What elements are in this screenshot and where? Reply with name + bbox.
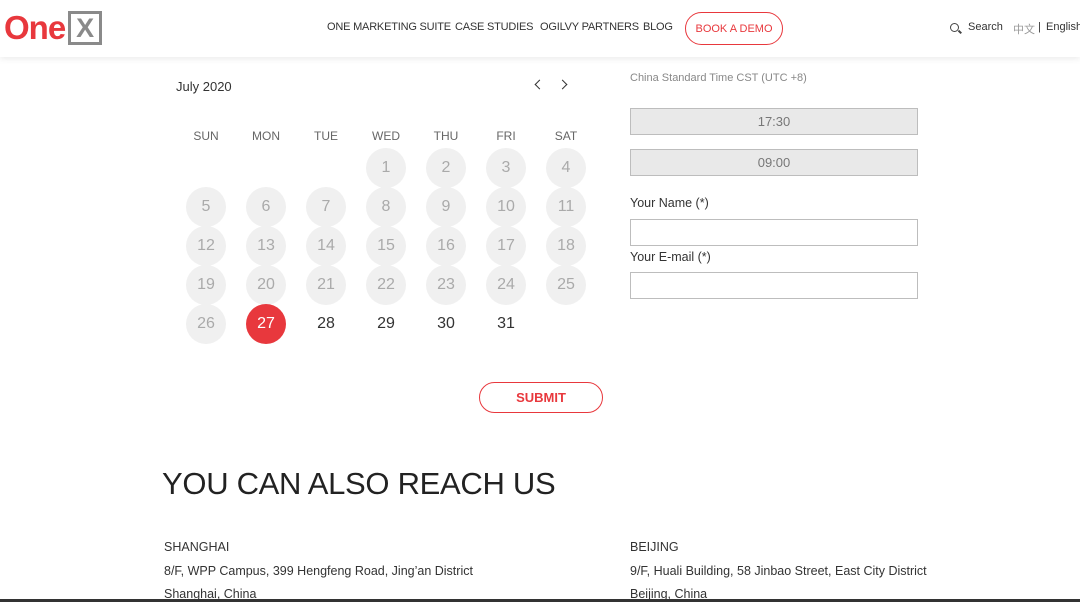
next-month-chevron-icon[interactable] <box>558 78 572 92</box>
timezone-label: China Standard Time CST (UTC +8) <box>630 72 807 84</box>
logo-x-box: X <box>68 11 103 45</box>
calendar-day: 22 <box>366 265 406 305</box>
calendar-day: 14 <box>306 226 346 266</box>
calendar-day: 12 <box>186 226 226 266</box>
weekday-label: SAT <box>554 129 578 143</box>
nav-blog[interactable]: BLOG <box>643 21 673 33</box>
calendar-day: 19 <box>186 265 226 305</box>
search-icon <box>950 22 959 32</box>
calendar-day: 2 <box>426 148 466 188</box>
weekday-label: FRI <box>496 129 516 143</box>
calendar-day: 16 <box>426 226 466 266</box>
calendar-day: 6 <box>246 187 286 227</box>
nav-one-marketing-suite[interactable]: ONE MARKETING SUITE <box>327 21 451 33</box>
language-english-link[interactable]: English <box>1046 21 1080 33</box>
calendar-day[interactable]: 30 <box>426 304 466 344</box>
calendar-day: 20 <box>246 265 286 305</box>
weekday-label: TUE <box>314 129 338 143</box>
calendar-day: 25 <box>546 265 586 305</box>
calendar-day: 15 <box>366 226 406 266</box>
language-chinese-link[interactable]: 中文 <box>1013 21 1035 37</box>
calendar-day: 11 <box>546 187 586 227</box>
calendar-day-selected[interactable]: 27 <box>246 304 286 344</box>
language-separator: | <box>1038 21 1041 33</box>
calendar-day: 10 <box>486 187 526 227</box>
search-button[interactable]: Search <box>950 21 1003 33</box>
weekday-label: THU <box>433 129 459 143</box>
calendar-day: 26 <box>186 304 226 344</box>
calendar-day: 21 <box>306 265 346 305</box>
calendar-day: 4 <box>546 148 586 188</box>
time-slot-select[interactable]: 17:30 <box>630 108 918 135</box>
calendar-day[interactable]: 31 <box>486 304 526 344</box>
calendar-day: 23 <box>426 265 466 305</box>
calendar-day: 5 <box>186 187 226 227</box>
name-field-label: Your Name (*) <box>630 196 709 210</box>
calendar-month-label: July 2020 <box>176 79 232 94</box>
calendar-day[interactable]: 29 <box>366 304 406 344</box>
calendar-day: 17 <box>486 226 526 266</box>
logo-one-text: One <box>4 9 66 46</box>
calendar-day: 9 <box>426 187 466 227</box>
email-field-label: Your E-mail (*) <box>630 250 711 264</box>
calendar-day: 8 <box>366 187 406 227</box>
calendar-day: 24 <box>486 265 526 305</box>
email-input[interactable] <box>630 272 918 299</box>
calendar-day: 1 <box>366 148 406 188</box>
office-address: 9/F, Huali Building, 58 Jinbao Street, E… <box>630 564 927 578</box>
prev-month-chevron-icon[interactable] <box>531 78 545 92</box>
calendar-day: 18 <box>546 226 586 266</box>
name-input[interactable] <box>630 219 918 246</box>
nav-ogilvy-partners[interactable]: OGILVY PARTNERS <box>540 21 639 33</box>
submit-button[interactable]: SUBMIT <box>479 382 603 413</box>
book-demo-button[interactable]: BOOK A DEMO <box>685 12 783 45</box>
weekday-label: WED <box>372 129 400 143</box>
time-slot-select[interactable]: 09:00 <box>630 149 918 176</box>
calendar-day: 7 <box>306 187 346 227</box>
weekday-label: SUN <box>193 129 219 143</box>
site-header: One X ONE MARKETING SUITE CASE STUDIES O… <box>0 0 1080 57</box>
calendar-day[interactable]: 28 <box>306 304 346 344</box>
reach-us-heading: YOU CAN ALSO REACH US <box>162 466 556 501</box>
office-title: BEIJING <box>630 540 679 554</box>
search-label: Search <box>968 21 1003 33</box>
calendar-day: 13 <box>246 226 286 266</box>
calendar-day: 3 <box>486 148 526 188</box>
nav-case-studies[interactable]: CASE STUDIES <box>455 21 533 33</box>
onex-logo[interactable]: One X <box>4 9 103 47</box>
office-title: SHANGHAI <box>164 540 230 554</box>
weekday-label: MON <box>252 129 280 143</box>
office-address: 8/F, WPP Campus, 399 Hengfeng Road, Jing… <box>164 564 473 578</box>
